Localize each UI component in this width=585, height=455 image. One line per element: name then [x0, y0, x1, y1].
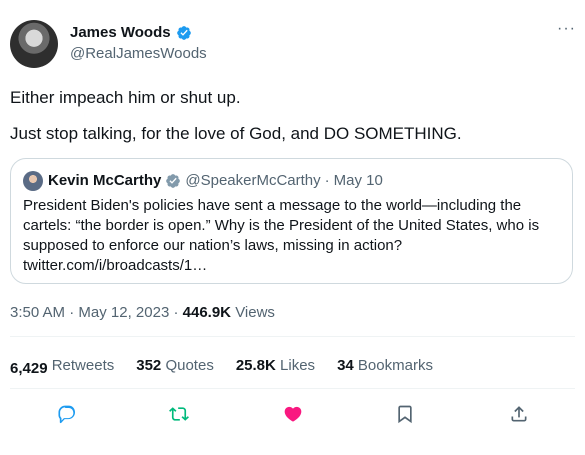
stat-retweets[interactable]: 6,429 Retweets — [10, 357, 115, 377]
likes-label: Likes — [280, 357, 316, 374]
retweet-icon — [169, 407, 189, 421]
quote-avatar — [23, 171, 43, 191]
bookmark-button[interactable] — [389, 398, 421, 430]
stat-likes[interactable]: 25.8K Likes — [236, 357, 315, 374]
bookmarks-count: 34 — [337, 357, 354, 374]
tweet-text-line-1: Either impeach him or shut up. — [10, 88, 241, 107]
retweet-button[interactable] — [163, 398, 195, 430]
tweet-text-line-2: Just stop talking, for the love of God, … — [10, 124, 462, 143]
share-button[interactable] — [503, 398, 535, 430]
action-bar — [0, 398, 585, 430]
quote-text: President Biden's policies have sent a m… — [23, 196, 563, 276]
author-name[interactable]: James Woods — [70, 24, 171, 41]
quotes-count: 352 — [136, 357, 162, 374]
more-icon[interactable]: ··· — [557, 20, 576, 38]
quotes-label: Quotes — [165, 357, 214, 374]
views-count: 446.9K — [182, 304, 232, 321]
quote-verified-badge-icon — [166, 173, 181, 188]
quoted-tweet[interactable]: Kevin McCarthy @SpeakerMcCarthy · May 10… — [10, 158, 573, 284]
stat-bookmarks[interactable]: 34 Bookmarks — [337, 357, 433, 374]
divider — [10, 336, 575, 337]
bookmarks-label: Bookmarks — [357, 357, 433, 374]
share-icon — [511, 406, 527, 422]
tweet-time[interactable]: 3:50 AM — [10, 304, 65, 321]
reply-icon — [58, 405, 76, 424]
like-button[interactable] — [277, 398, 309, 430]
verified-badge-icon — [176, 25, 191, 40]
author-handle[interactable]: @RealJamesWoods — [70, 45, 207, 62]
quote-link[interactable]: twitter.com/i/broadcasts/1… — [23, 256, 563, 276]
retweets-label: Retweets — [51, 357, 115, 374]
engagement-stats: 6,429 Retweets 352 Quotes 25.8K Likes 34… — [10, 357, 433, 377]
reply-button[interactable] — [51, 398, 83, 430]
meta-separator: · — [173, 304, 179, 321]
likes-count: 25.8K — [235, 357, 276, 374]
avatar[interactable] — [10, 20, 58, 68]
stat-quotes[interactable]: 352 Quotes — [136, 357, 214, 374]
tweet-metadata: 3:50 AM · May 12, 2023 · 446.9K Views — [10, 304, 275, 321]
quote-text-line: cartels: “the border is open.” Why is th… — [23, 217, 540, 234]
quote-date: May 10 — [333, 172, 383, 189]
quote-author-name: Kevin McCarthy — [48, 172, 162, 189]
quote-text-line: supposed to enforce our nation’s laws, m… — [23, 237, 403, 254]
divider — [10, 388, 575, 389]
quote-author-handle: @SpeakerMcCarthy — [185, 172, 321, 189]
author-name-row[interactable]: James Woods — [70, 24, 192, 41]
quote-header: Kevin McCarthy @SpeakerMcCarthy · May 10 — [48, 172, 383, 189]
quote-separator: · — [324, 172, 330, 189]
quote-text-line: President Biden's policies have sent a m… — [23, 197, 522, 214]
retweets-count: 6,429 — [10, 360, 48, 377]
meta-separator: · — [69, 304, 75, 321]
like-icon — [284, 406, 302, 422]
bookmark-icon — [398, 405, 412, 424]
tweet-date[interactable]: May 12, 2023 — [78, 304, 169, 321]
views-label: Views — [235, 304, 275, 321]
